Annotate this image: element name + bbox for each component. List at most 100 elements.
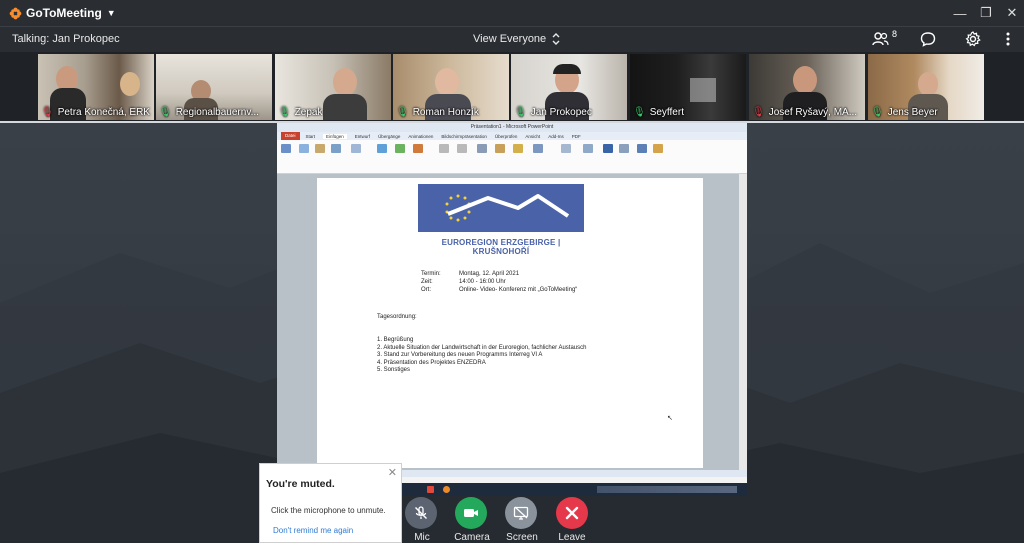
attendees-button[interactable] [872, 31, 890, 50]
ppt-window-title: Präsentation1 - Microsoft PowerPoint [470, 124, 554, 130]
view-mode-selector[interactable]: View Everyone [473, 33, 560, 45]
firefox-app-icon [443, 486, 450, 493]
screenshot-icon [331, 144, 341, 153]
ppt-tab[interactable]: Übergänge [378, 134, 400, 139]
participant-name: Jan Prokopec [530, 107, 592, 118]
camera-icon [464, 509, 478, 517]
participant-tile[interactable]: 🎙 Roman Honzík [393, 54, 509, 120]
meeting-details: Termin: Montag, 12. April 2021 Zeit: 14:00… [421, 270, 577, 294]
ppt-ribbon [277, 140, 747, 174]
header-footer-icon [495, 144, 505, 153]
app-menu[interactable]: GoToMeeting ▼ [9, 6, 116, 20]
app-name: GoToMeeting [26, 6, 102, 20]
date-icon [533, 144, 543, 153]
smartart-icon [395, 144, 405, 153]
mic-label: Mic [414, 532, 430, 543]
attendee-count: 8 [891, 29, 897, 39]
ppt-tab[interactable]: Add-Ins [548, 134, 564, 139]
ppt-tab[interactable]: Ansicht [525, 134, 540, 139]
mic-muted-icon: 🎙 [752, 107, 765, 118]
participant-name: Petra Konečná, ERK [57, 107, 150, 118]
detail-key: Termin: [421, 271, 441, 277]
textbox-icon [477, 144, 487, 153]
screen-share-button[interactable] [505, 497, 537, 529]
ppt-tab[interactable]: Animationen [408, 134, 433, 139]
dont-remind-link[interactable]: Don't remind me again [273, 526, 353, 535]
participant-tile[interactable]: 🎙 Petra Konečná, ERK [38, 54, 154, 120]
restore-button[interactable]: ❐ [974, 0, 998, 26]
mic-active-icon: 🎙 [871, 107, 884, 118]
chat-button[interactable] [920, 31, 936, 50]
mic-active-icon: 🎙 [278, 107, 291, 118]
participant-tile[interactable]: 🎙 Josef Ryšavý, MA... [749, 54, 865, 120]
euroregion-logo-text: EUROREGION ERZGEBIRGE | KRUŠNOHOŘÍ [441, 238, 561, 256]
more-vertical-icon [1006, 32, 1010, 46]
info-bar: Talking: Jan Prokopec View Everyone 8 [0, 26, 1024, 52]
mic-button[interactable] [405, 497, 437, 529]
close-icon[interactable]: ✕ [388, 466, 397, 479]
settings-button[interactable] [965, 31, 981, 50]
mic-muted-icon: 🎙 [41, 107, 54, 118]
mic-active-icon: 🎙 [514, 107, 527, 118]
agenda-heading: Tagesordnung: [377, 314, 417, 320]
participant-video-strip: 🎙 Petra Konečná, ERK 🎙 Regionalbauernv... … [0, 52, 1024, 122]
ppt-ribbon-tabs: Datei Start Einfügen Entwurf Übergänge A… [277, 132, 747, 140]
chat-icon [920, 32, 936, 47]
participant-tile[interactable]: 🎙 Regionalbauernv... [156, 54, 272, 120]
more-options-button[interactable] [1005, 31, 1011, 50]
participant-name: Zepak [294, 107, 323, 118]
mic-active-icon: 🎙 [633, 107, 646, 118]
meeting-stage: Präsentation1 - Microsoft PowerPoint Dat… [0, 123, 1024, 543]
mic-off-icon [415, 506, 427, 519]
ppt-tab[interactable]: PDF [572, 134, 581, 139]
mouse-cursor-icon: ↖ [667, 415, 673, 422]
photoalbum-icon [351, 144, 361, 153]
screen-share-off-icon [513, 506, 529, 520]
slide-number-icon [561, 144, 571, 153]
agenda-item: 1. Begrüßung [377, 337, 414, 343]
participant-name: Roman Honzík [412, 107, 479, 118]
detail-value: Online- Video- Konferenz mit „GoToMeetin… [459, 287, 578, 293]
ppt-tab[interactable]: Start [306, 134, 316, 139]
participant-tile[interactable]: 🎙 Jens Beyer [868, 54, 984, 120]
ppt-vertical-scrollbar [739, 174, 747, 470]
mic-active-icon: 🎙 [396, 107, 409, 118]
title-bar: GoToMeeting ▼ — ❐ ✕ [0, 0, 1024, 26]
muted-notification: ✕ You're muted. Click the microphone to … [259, 463, 402, 543]
diagram-icon [413, 144, 423, 153]
chevron-updown-icon [552, 33, 560, 45]
leave-label: Leave [558, 532, 586, 543]
ppt-tab[interactable]: Bildschirmpräsentation [441, 134, 487, 139]
participant-tile[interactable]: 🎙 Seyffert [630, 54, 746, 120]
image-icon [299, 144, 309, 153]
agenda-item: 4. Präsentation des Projektes ENZEDRA [377, 359, 486, 366]
ppt-tab[interactable]: Einfügen [323, 133, 347, 139]
mic-active-icon: 🎙 [159, 107, 172, 118]
minimize-button[interactable]: — [948, 0, 972, 26]
participant-tile[interactable]: 🎙 Jan Prokopec [511, 54, 627, 120]
gotomeeting-logo-icon [9, 7, 22, 19]
object-icon [583, 144, 593, 153]
slide: EUROREGION ERZGEBIRGE | KRUŠNOHOŘÍ Termi… [317, 178, 703, 468]
muted-message: Click the microphone to unmute. [271, 506, 386, 515]
participant-name: Jens Beyer [887, 107, 938, 118]
symbol-icon [619, 144, 629, 153]
talking-indicator: Talking: Jan Prokopec [12, 33, 120, 45]
ppt-tab[interactable]: Datei [281, 132, 300, 140]
ppt-tab[interactable]: Überprüfen [495, 134, 518, 139]
shapes-icon [377, 144, 387, 153]
agenda-item: 3. Stand zur Vorbereitung des neuen Prog… [377, 352, 543, 359]
close-button[interactable]: ✕ [1000, 0, 1024, 26]
agenda-item: 2. Aktuelle Situation der Landwirtschaft… [377, 344, 587, 351]
leave-button[interactable] [556, 497, 588, 529]
participant-name: Josef Ryšavý, MA... [768, 107, 858, 118]
detail-key: Ort: [421, 287, 431, 293]
wordart-icon [513, 144, 523, 153]
camera-button[interactable] [455, 497, 487, 529]
video-icon [637, 144, 647, 153]
participant-tile[interactable]: 🎙 Zepak [275, 54, 391, 120]
shared-screen: Präsentation1 - Microsoft PowerPoint Dat… [277, 123, 747, 496]
ppt-tab[interactable]: Entwurf [355, 134, 370, 139]
participant-name: Seyffert [649, 107, 684, 118]
euroregion-logo [418, 184, 584, 232]
